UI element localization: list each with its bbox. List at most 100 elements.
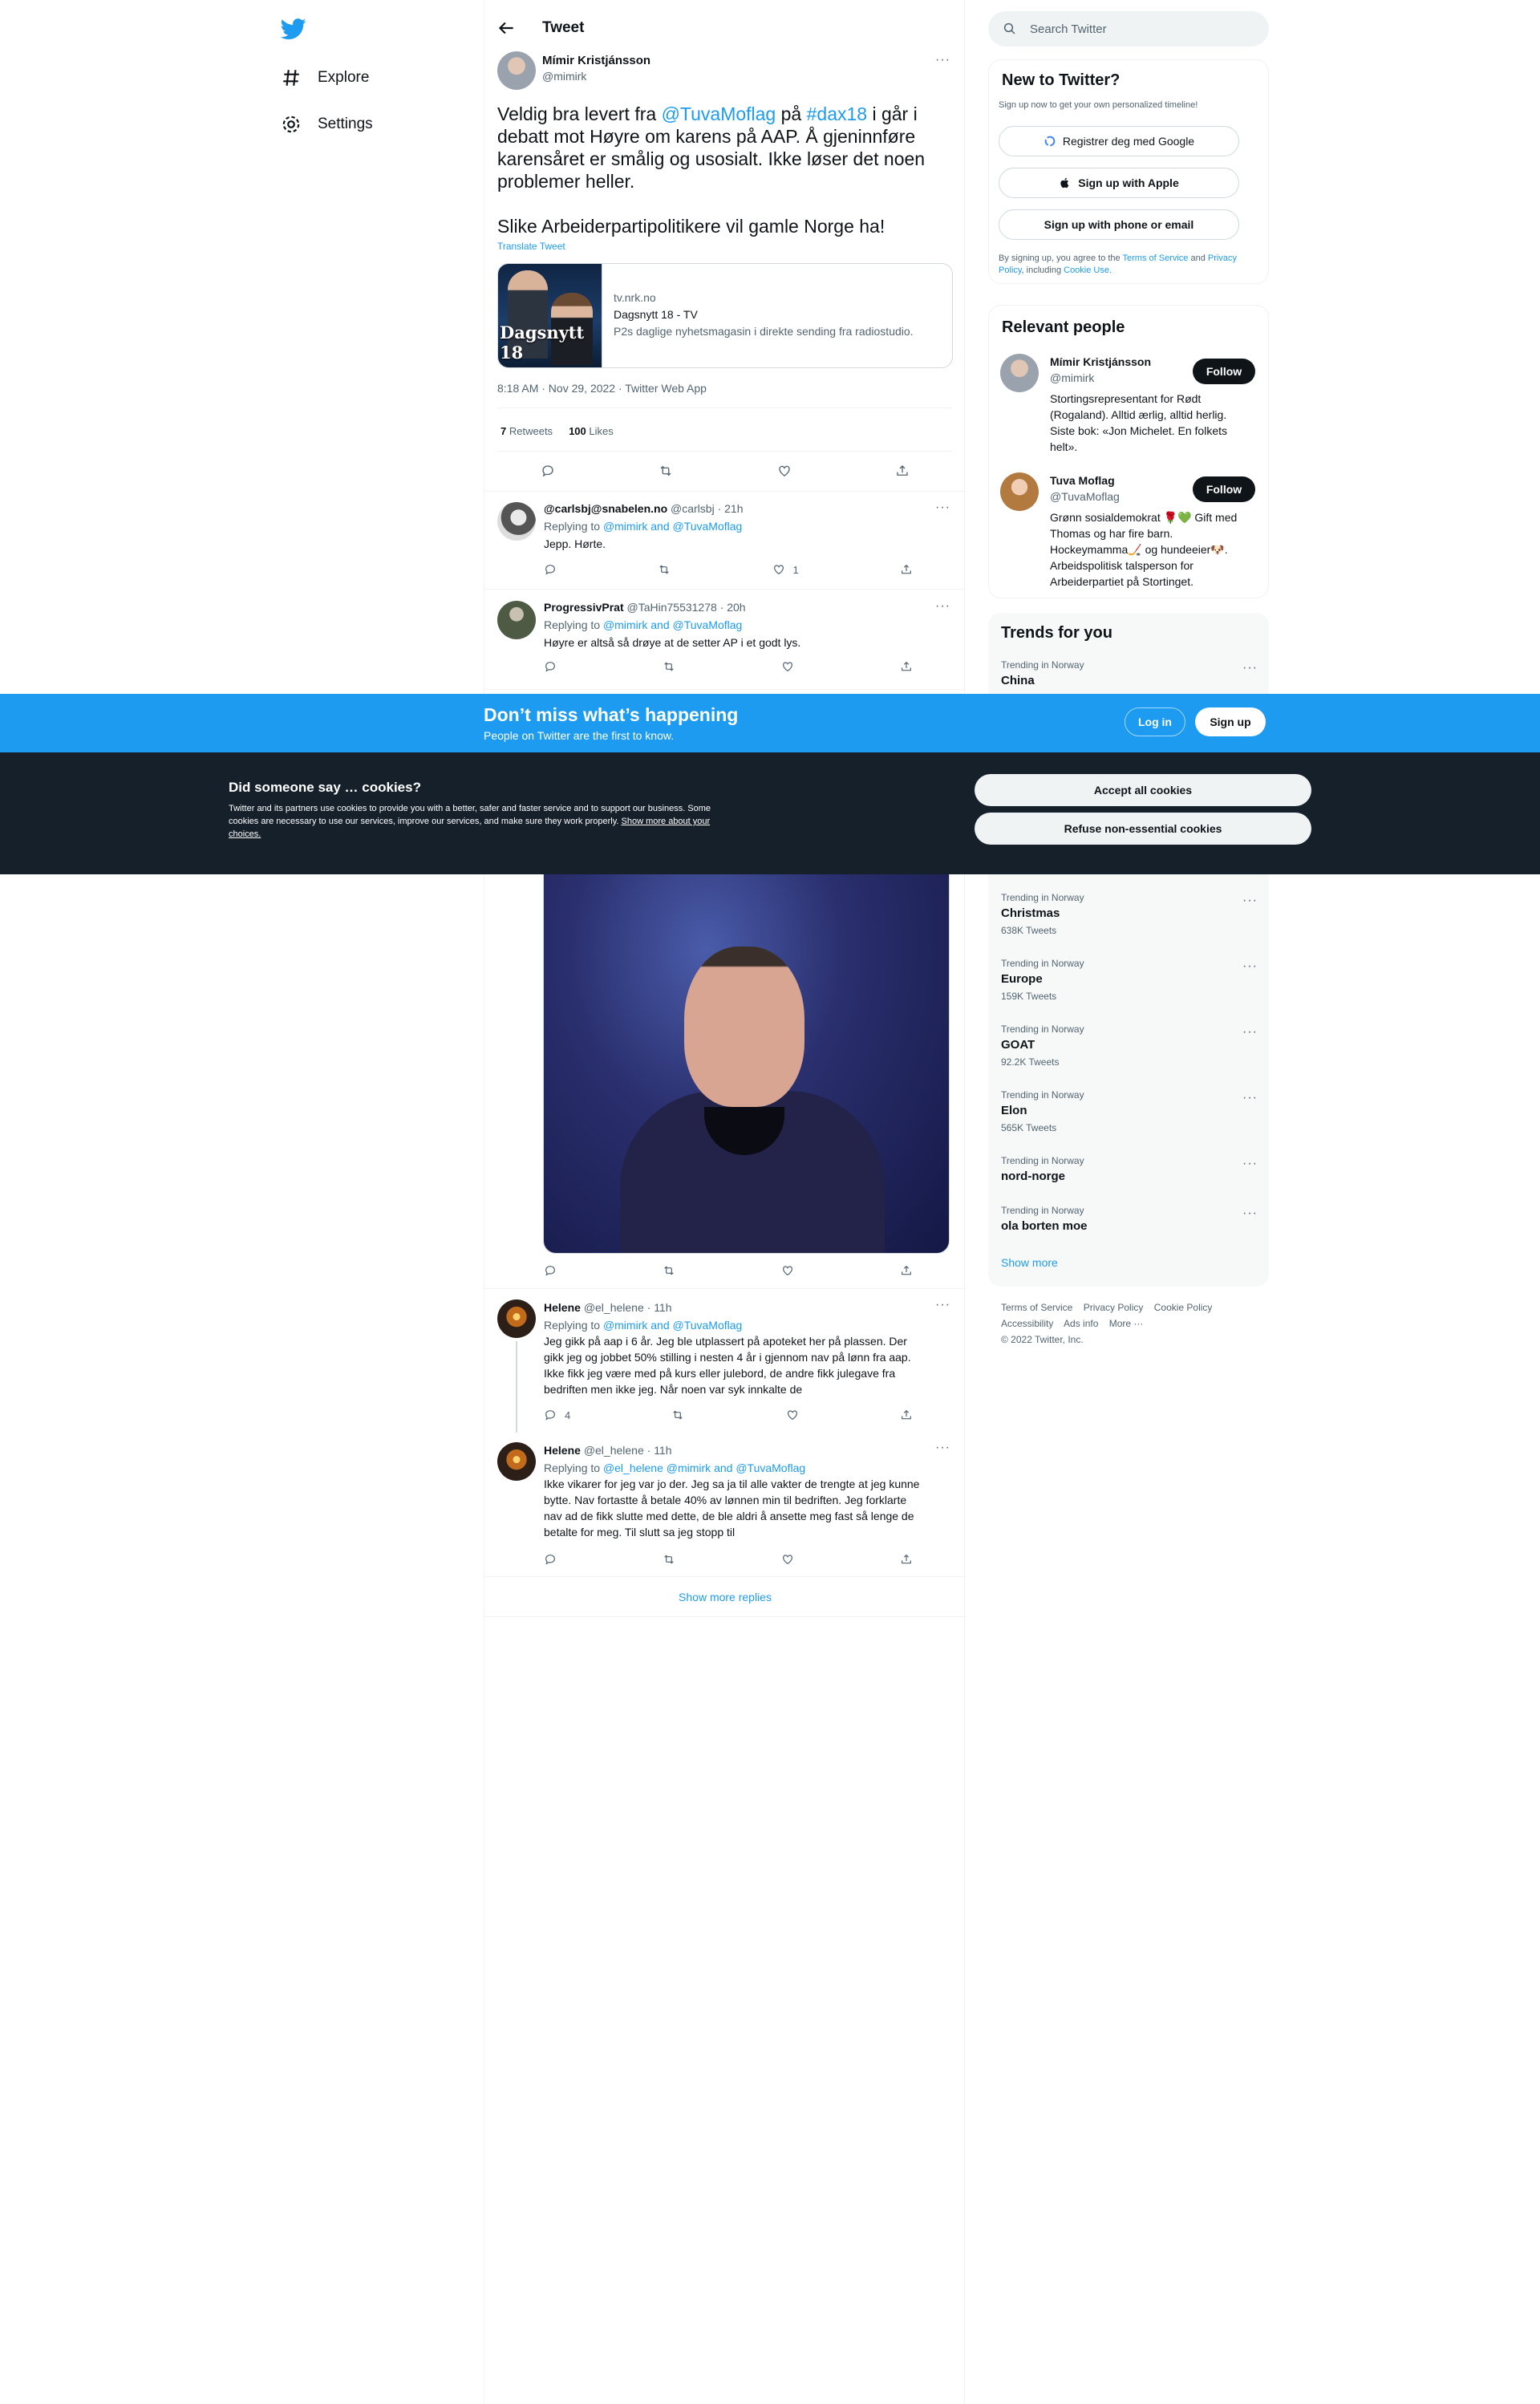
follow-button[interactable]: Follow	[1193, 359, 1255, 384]
tweet-timestamp[interactable]: 8:18 AM · Nov 29, 2022 · Twitter Web App	[497, 382, 707, 395]
search-input[interactable]: Search Twitter	[1030, 22, 1107, 36]
accept-cookies-button[interactable]: Accept all cookies	[975, 774, 1311, 806]
link-card[interactable]: Dagsnytt 18 tv.nrk.no Dagsnytt 18 - TV P…	[497, 263, 953, 368]
person-handle[interactable]: @TuvaMoflag	[1050, 490, 1120, 503]
author-handle[interactable]: @mimirk	[542, 70, 586, 83]
translate-tweet-link[interactable]: Translate Tweet	[497, 241, 565, 252]
nav-explore[interactable]: Explore	[281, 62, 369, 94]
share-button[interactable]	[900, 563, 913, 576]
more-options-icon[interactable]: ···	[935, 53, 950, 67]
author-name[interactable]: Mímir Kristjánsson	[542, 54, 650, 67]
retweet-button[interactable]	[659, 464, 673, 478]
footer-privacy-link[interactable]: Privacy Policy	[1084, 1302, 1144, 1313]
share-button[interactable]	[900, 1264, 913, 1277]
more-options-icon[interactable]: ···	[1242, 1157, 1258, 1171]
avatar[interactable]	[497, 1299, 536, 1338]
google-signup-button[interactable]: Registrer deg med Google	[999, 126, 1239, 156]
more-options-icon[interactable]: ···	[935, 599, 950, 614]
avatar[interactable]	[497, 51, 536, 90]
reply-button[interactable]	[544, 1553, 557, 1566]
reply-button[interactable]: 4	[544, 1409, 570, 1421]
footer-accessibility-link[interactable]: Accessibility	[1001, 1318, 1053, 1329]
share-button[interactable]	[900, 1409, 913, 1421]
like-button[interactable]	[777, 464, 792, 478]
avatar[interactable]	[497, 601, 536, 639]
retweet-button[interactable]	[671, 1409, 684, 1421]
retweet-button[interactable]	[663, 660, 675, 673]
retweets-stat[interactable]: 7 Retweets	[500, 425, 553, 437]
reply-media-image[interactable]	[543, 874, 950, 1254]
person-handle[interactable]: @mimirk	[1050, 371, 1094, 384]
reply-button[interactable]	[544, 563, 557, 576]
trend-item[interactable]: Trending in Norway Elon 565K Tweets ···	[1001, 1089, 1258, 1133]
reply-button[interactable]	[541, 464, 555, 478]
reply-button[interactable]	[544, 1264, 557, 1277]
person-name[interactable]: Mímir Kristjánsson	[1050, 355, 1151, 368]
footer-more-link[interactable]: More ···	[1109, 1318, 1144, 1329]
more-options-icon[interactable]: ···	[1242, 1206, 1258, 1221]
back-arrow-icon[interactable]	[496, 18, 517, 39]
replying-to-link[interactable]: @mimirk and @TuvaMoflag	[603, 618, 742, 631]
avatar[interactable]	[497, 1442, 536, 1481]
reply-author-name[interactable]: @carlsbj@snabelen.no	[544, 502, 667, 515]
avatar[interactable]	[1000, 354, 1039, 392]
more-options-icon[interactable]: ···	[1242, 1091, 1258, 1105]
likes-stat[interactable]: 100 Likes	[569, 425, 614, 437]
like-button[interactable]	[781, 1553, 794, 1566]
terms-link[interactable]: Terms of Service	[1123, 253, 1189, 263]
signup-button[interactable]: Sign up	[1195, 707, 1266, 736]
share-button[interactable]	[900, 1553, 913, 1566]
nav-settings[interactable]: Settings	[281, 108, 373, 140]
more-options-icon[interactable]: ···	[935, 501, 950, 515]
like-button[interactable]	[786, 1409, 799, 1421]
login-button[interactable]: Log in	[1125, 707, 1185, 736]
show-more-replies-button[interactable]: Show more replies	[484, 1577, 966, 1617]
replying-to-link[interactable]: @mimirk and @TuvaMoflag	[603, 520, 742, 533]
replying-to-link[interactable]: @el_helene @mimirk and @TuvaMoflag	[603, 1461, 805, 1474]
reply-author-name[interactable]: Helene	[544, 1301, 581, 1314]
share-button[interactable]	[895, 464, 910, 478]
phone-signup-button[interactable]: Sign up with phone or email	[999, 209, 1239, 240]
like-button[interactable]	[781, 1264, 794, 1277]
show-more-trends-link[interactable]: Show more	[1001, 1256, 1058, 1269]
trend-item[interactable]: Trending in Norway Christmas 638K Tweets…	[1001, 892, 1258, 936]
reply-button[interactable]	[544, 660, 557, 673]
hashtag-link[interactable]: #dax18	[807, 103, 867, 124]
search-bar[interactable]: Search Twitter	[988, 11, 1269, 47]
share-button[interactable]	[900, 660, 913, 673]
more-options-icon[interactable]: ···	[935, 1441, 950, 1455]
cookie-use-link[interactable]: Cookie Use.	[1064, 266, 1112, 275]
like-button[interactable]	[781, 660, 794, 673]
person-name[interactable]: Tuva Moflag	[1050, 474, 1115, 487]
trend-item[interactable]: Trending in Norway ola borten moe ···	[1001, 1205, 1258, 1233]
footer-terms-link[interactable]: Terms of Service	[1001, 1302, 1072, 1313]
follow-button[interactable]: Follow	[1193, 476, 1255, 502]
reply-tweet[interactable]: @carlsbj@snabelen.no @carlsbj · 21h ··· …	[484, 491, 966, 590]
retweet-button[interactable]	[663, 1553, 675, 1566]
trend-item[interactable]: Trending in Norway Europe 159K Tweets ··…	[1001, 958, 1258, 1002]
like-button[interactable]: 1	[772, 563, 799, 576]
more-options-icon[interactable]: ···	[1242, 894, 1258, 908]
trend-item[interactable]: Trending in Norway nord-norge ···	[1001, 1155, 1258, 1183]
reply-tweet[interactable]: Helene @el_helene · 11h ··· Replying to …	[484, 1433, 966, 1577]
retweet-button[interactable]	[663, 1264, 675, 1277]
refuse-cookies-button[interactable]: Refuse non-essential cookies	[975, 813, 1311, 845]
more-options-icon[interactable]: ···	[1242, 661, 1258, 675]
apple-signup-button[interactable]: Sign up with Apple	[999, 168, 1239, 198]
mention-link[interactable]: @TuvaMoflag	[662, 103, 776, 124]
reply-tweet[interactable]: ProgressivPrat @TaHin75531278 · 20h ··· …	[484, 590, 966, 690]
avatar[interactable]	[1000, 472, 1039, 511]
retweet-button[interactable]	[658, 563, 671, 576]
reply-tweet[interactable]: Helene @el_helene · 11h ··· Replying to …	[484, 1288, 966, 1433]
avatar[interactable]	[497, 502, 536, 541]
trend-item[interactable]: Trending in Norway China ···	[1001, 659, 1258, 687]
footer-cookie-link[interactable]: Cookie Policy	[1154, 1302, 1213, 1313]
more-options-icon[interactable]: ···	[1242, 959, 1258, 974]
trend-item[interactable]: Trending in Norway GOAT 92.2K Tweets ···	[1001, 1024, 1258, 1068]
reply-author-name[interactable]: Helene	[544, 1444, 581, 1457]
more-options-icon[interactable]: ···	[935, 1298, 950, 1312]
footer-ads-link[interactable]: Ads info	[1064, 1318, 1098, 1329]
twitter-logo-icon[interactable]	[281, 16, 306, 42]
replying-to-link[interactable]: @mimirk and @TuvaMoflag	[603, 1319, 742, 1332]
more-options-icon[interactable]: ···	[1242, 1025, 1258, 1040]
